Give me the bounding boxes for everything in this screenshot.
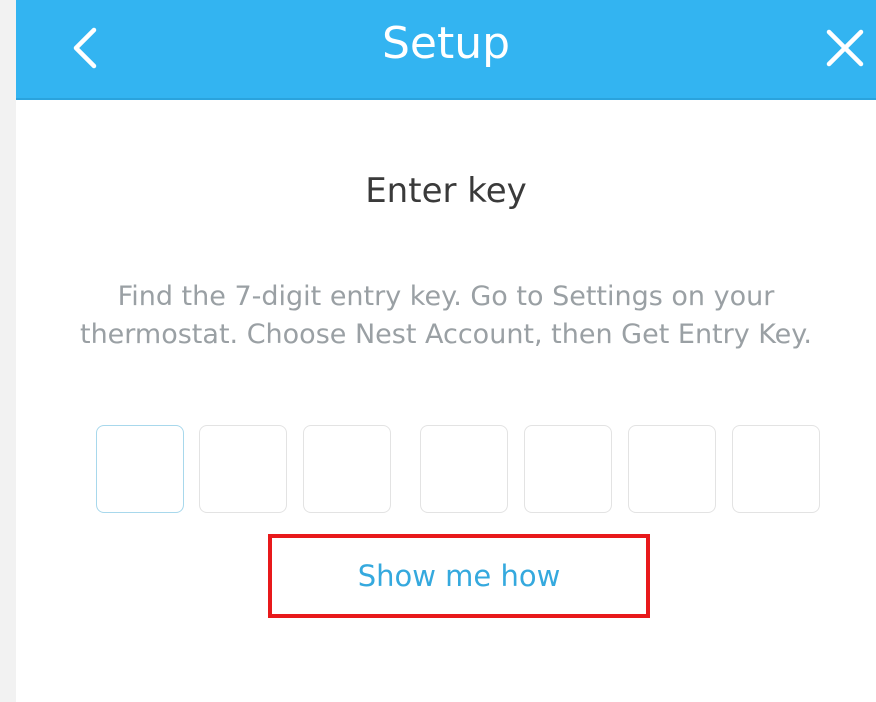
show-me-how-link[interactable]: Show me how	[272, 538, 646, 614]
left-edge-strip	[0, 0, 16, 702]
instructions-text: Find the 7-digit entry key. Go to Settin…	[79, 281, 812, 350]
key-digit-6[interactable]	[628, 425, 716, 513]
key-digit-2[interactable]	[199, 425, 287, 513]
close-button[interactable]	[818, 18, 872, 78]
key-digit-7[interactable]	[732, 425, 820, 513]
key-digit-3[interactable]	[303, 425, 391, 513]
app-header: Setup	[16, 0, 876, 100]
key-digit-1[interactable]	[96, 425, 184, 513]
header-title: Setup	[381, 18, 511, 69]
close-icon	[826, 29, 864, 67]
key-digit-4[interactable]	[420, 425, 508, 513]
page-title: Enter key	[365, 171, 527, 211]
key-digit-5[interactable]	[524, 425, 612, 513]
